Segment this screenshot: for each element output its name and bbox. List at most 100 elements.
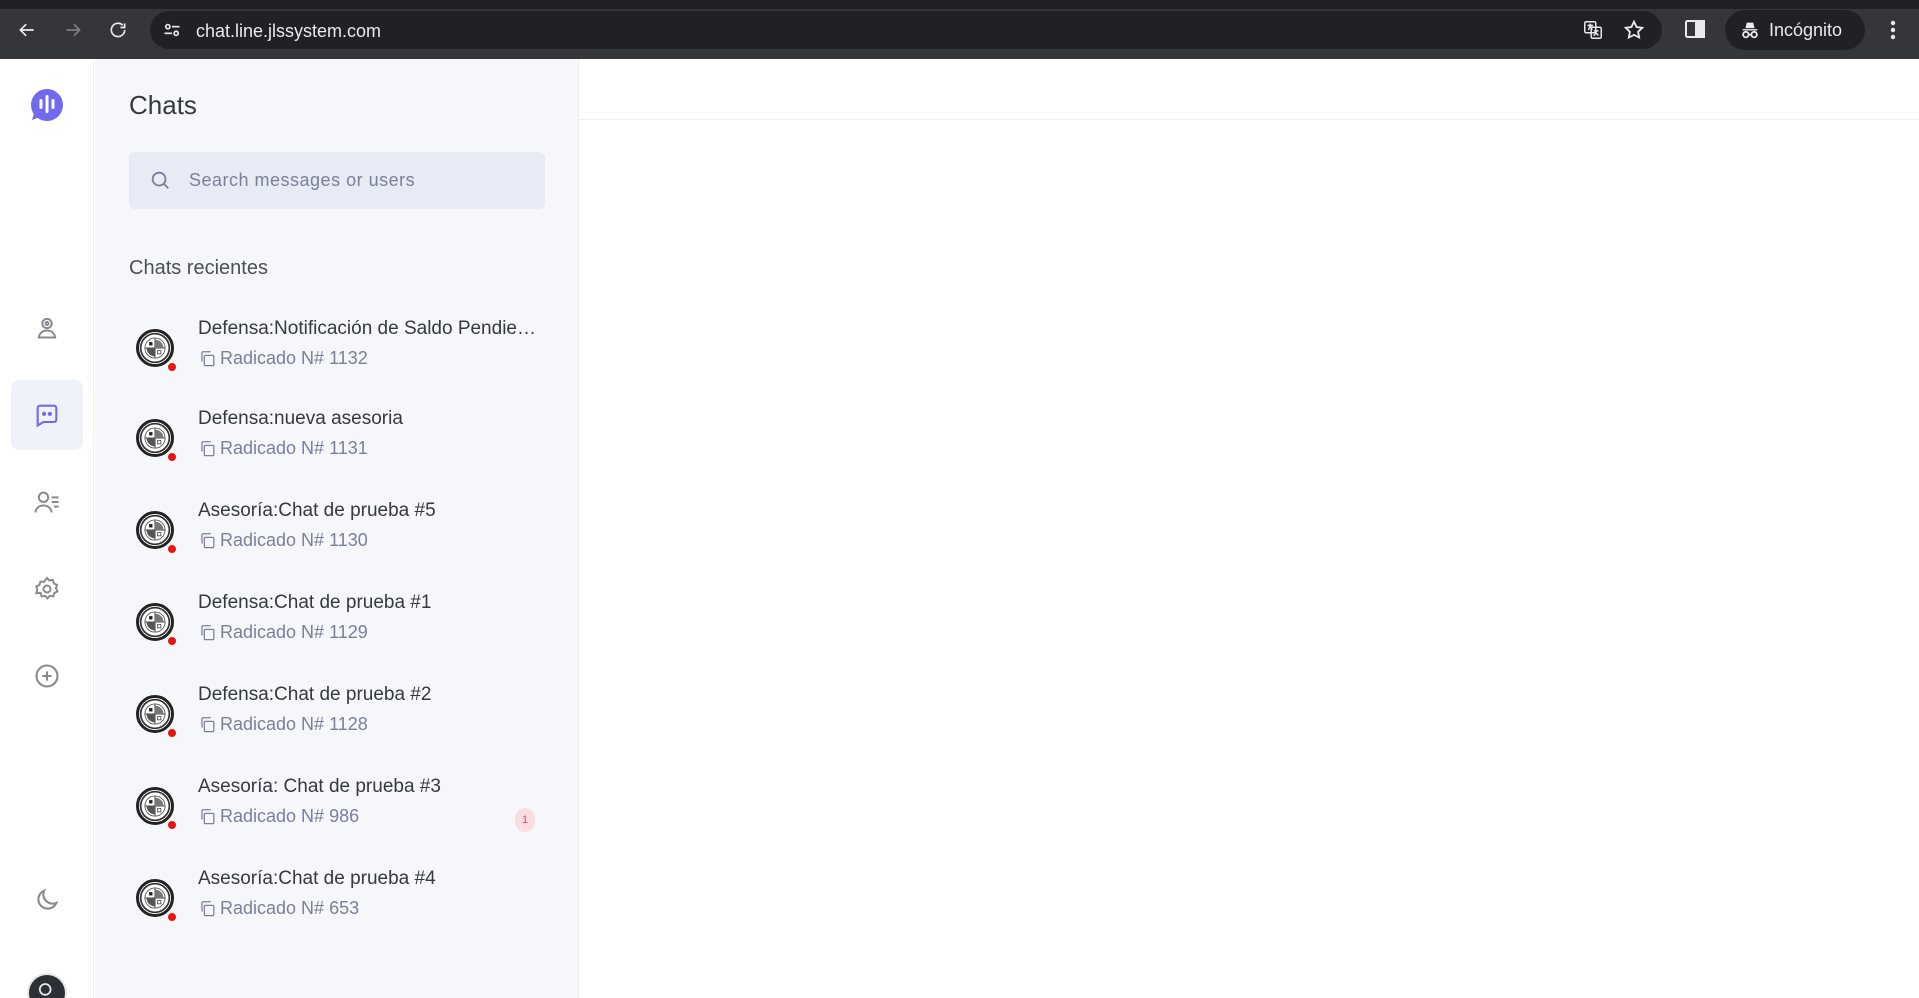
chat-radicado: Radicado N# 1129: [220, 622, 368, 642]
chat-name: Asesoría:Chat de prueba #4: [198, 868, 436, 889]
chat-subtitle: Radicado N# 1128: [198, 714, 368, 735]
contacts-icon: [34, 491, 59, 513]
seal-logo-icon: [139, 882, 171, 914]
chat-avatar: [136, 879, 174, 917]
copy-icon: [201, 901, 215, 917]
profile-icon: [37, 317, 57, 339]
seal-logo-icon: [139, 332, 171, 364]
user-avatar-icon: [38, 983, 52, 996]
forward-button[interactable]: [58, 15, 88, 45]
bookmark-star-icon[interactable]: [1623, 19, 1645, 41]
side-panel-icon[interactable]: [1683, 17, 1707, 41]
back-arrow-icon: [19, 23, 34, 37]
user-avatar[interactable]: [27, 973, 67, 998]
translate-icon[interactable]: [1582, 19, 1604, 41]
search-box[interactable]: [129, 152, 545, 209]
add-circle-icon: [35, 664, 59, 688]
chat-list-item[interactable]: Defensa:nueva asesoria Radicado N# 1131: [95, 397, 579, 489]
unread-badge: 1: [515, 808, 535, 832]
recent-chats-heading: Chats recientes: [129, 257, 268, 279]
conversation-area: [579, 59, 1919, 998]
chat-list-item[interactable]: Asesoría:Chat de prueba #4 Radicado N# 6…: [95, 857, 579, 949]
incognito-label: Incógnito: [1769, 19, 1843, 40]
chat-subtitle: Radicado N# 1129: [198, 622, 368, 643]
moon-icon: [37, 888, 59, 910]
copy-icon: [201, 351, 215, 367]
search-icon: [151, 171, 169, 189]
chat-name: Defensa:nueva asesoria: [198, 408, 403, 429]
copy-icon: [201, 717, 215, 733]
chat-subtitle: Radicado N# 1130: [198, 530, 368, 551]
chat-radicado: Radicado N# 1131: [220, 438, 368, 458]
tab-strip: [0, 0, 1919, 9]
dark-mode-toggle[interactable]: [11, 865, 83, 935]
chat-subtitle: Radicado N# 986: [198, 806, 359, 827]
conversation-header: [579, 59, 1919, 120]
profile-tab[interactable]: [11, 292, 83, 362]
chat-list-item[interactable]: Defensa:Notificación de Saldo Pendiente …: [95, 307, 579, 397]
seal-logo-icon: [139, 606, 171, 638]
new-chat-tab[interactable]: [11, 641, 83, 711]
seal-logo-icon: [139, 790, 171, 822]
browser-menu-icon[interactable]: [1883, 17, 1903, 43]
chats-tab[interactable]: [11, 380, 83, 450]
contacts-tab[interactable]: [11, 467, 83, 537]
status-dot: [167, 362, 177, 372]
incognito-icon: [1742, 22, 1758, 39]
seal-logo-icon: [139, 698, 171, 730]
chat-radicado: Radicado N# 653: [220, 898, 360, 918]
chat-radicado: Radicado N# 1128: [220, 714, 368, 734]
status-dot: [167, 912, 177, 922]
chat-list-item[interactable]: Defensa:Chat de prueba #2 Radicado N# 11…: [95, 673, 579, 765]
chat-avatar: [136, 695, 174, 733]
chat-avatar: [136, 511, 174, 549]
copy-icon: [201, 809, 215, 825]
copy-icon: [201, 533, 215, 549]
chat-subtitle: Radicado N# 1132: [198, 348, 368, 369]
status-dot: [167, 544, 177, 554]
copy-icon: [201, 625, 215, 641]
incognito-indicator[interactable]: Incógnito: [1725, 10, 1865, 50]
reload-button[interactable]: [103, 15, 133, 45]
chat-list-item[interactable]: Asesoría:Chat de prueba #5 Radicado N# 1…: [95, 489, 579, 581]
chat-avatar: [136, 329, 174, 367]
chat-avatar: [136, 603, 174, 641]
chat-subtitle: Radicado N# 653: [198, 898, 359, 919]
chat-list-item[interactable]: Defensa:Chat de prueba #1 Radicado N# 11…: [95, 581, 579, 673]
search-input[interactable]: [189, 152, 529, 209]
chat-list: Defensa:Notificación de Saldo Pendiente …: [95, 307, 579, 949]
address-bar[interactable]: chat.line.jlssystem.com: [150, 11, 1662, 49]
app-logo-icon[interactable]: [29, 87, 65, 123]
chat-radicado: Radicado N# 1132: [220, 348, 368, 368]
chat-list-item[interactable]: Asesoría: Chat de prueba #3 Radicado N# …: [95, 765, 579, 857]
panel-title: Chats: [129, 90, 197, 120]
url-text[interactable]: chat.line.jlssystem.com: [196, 21, 381, 42]
chat-avatar: [136, 787, 174, 825]
seal-logo-icon: [139, 514, 171, 546]
chat-name: Defensa:Chat de prueba #2: [198, 684, 432, 705]
status-dot: [167, 452, 177, 462]
chats-panel: Chats Chats recientes Defensa:Notificaci…: [95, 59, 579, 998]
chat-name: Defensa:Notificación de Saldo Pendiente: [198, 318, 538, 339]
settings-tab[interactable]: [11, 554, 83, 624]
chat-subtitle: Radicado N# 1131: [198, 438, 368, 459]
chat-name: Defensa:Chat de prueba #1: [198, 592, 432, 613]
forward-arrow-icon: [66, 23, 81, 37]
chat-name: Asesoría: Chat de prueba #3: [198, 776, 441, 797]
status-dot: [167, 636, 177, 646]
chat-icon: [36, 404, 58, 428]
seal-logo-icon: [139, 422, 171, 454]
status-dot: [167, 728, 177, 738]
status-dot: [167, 820, 177, 830]
chat-radicado: Radicado N# 1130: [220, 530, 368, 550]
browser-toolbar: chat.line.jlssystem.com Incógnito: [0, 0, 1919, 59]
chat-avatar: [136, 419, 174, 457]
chat-radicado: Radicado N# 986: [220, 806, 360, 826]
reload-icon: [110, 22, 126, 38]
side-menu: [0, 59, 94, 998]
back-button[interactable]: [12, 15, 42, 45]
chat-app: Chats Chats recientes Defensa:Notificaci…: [0, 59, 1919, 998]
site-info-icon[interactable]: [162, 20, 182, 40]
chat-name: Asesoría:Chat de prueba #5: [198, 500, 436, 521]
settings-icon: [34, 576, 59, 600]
